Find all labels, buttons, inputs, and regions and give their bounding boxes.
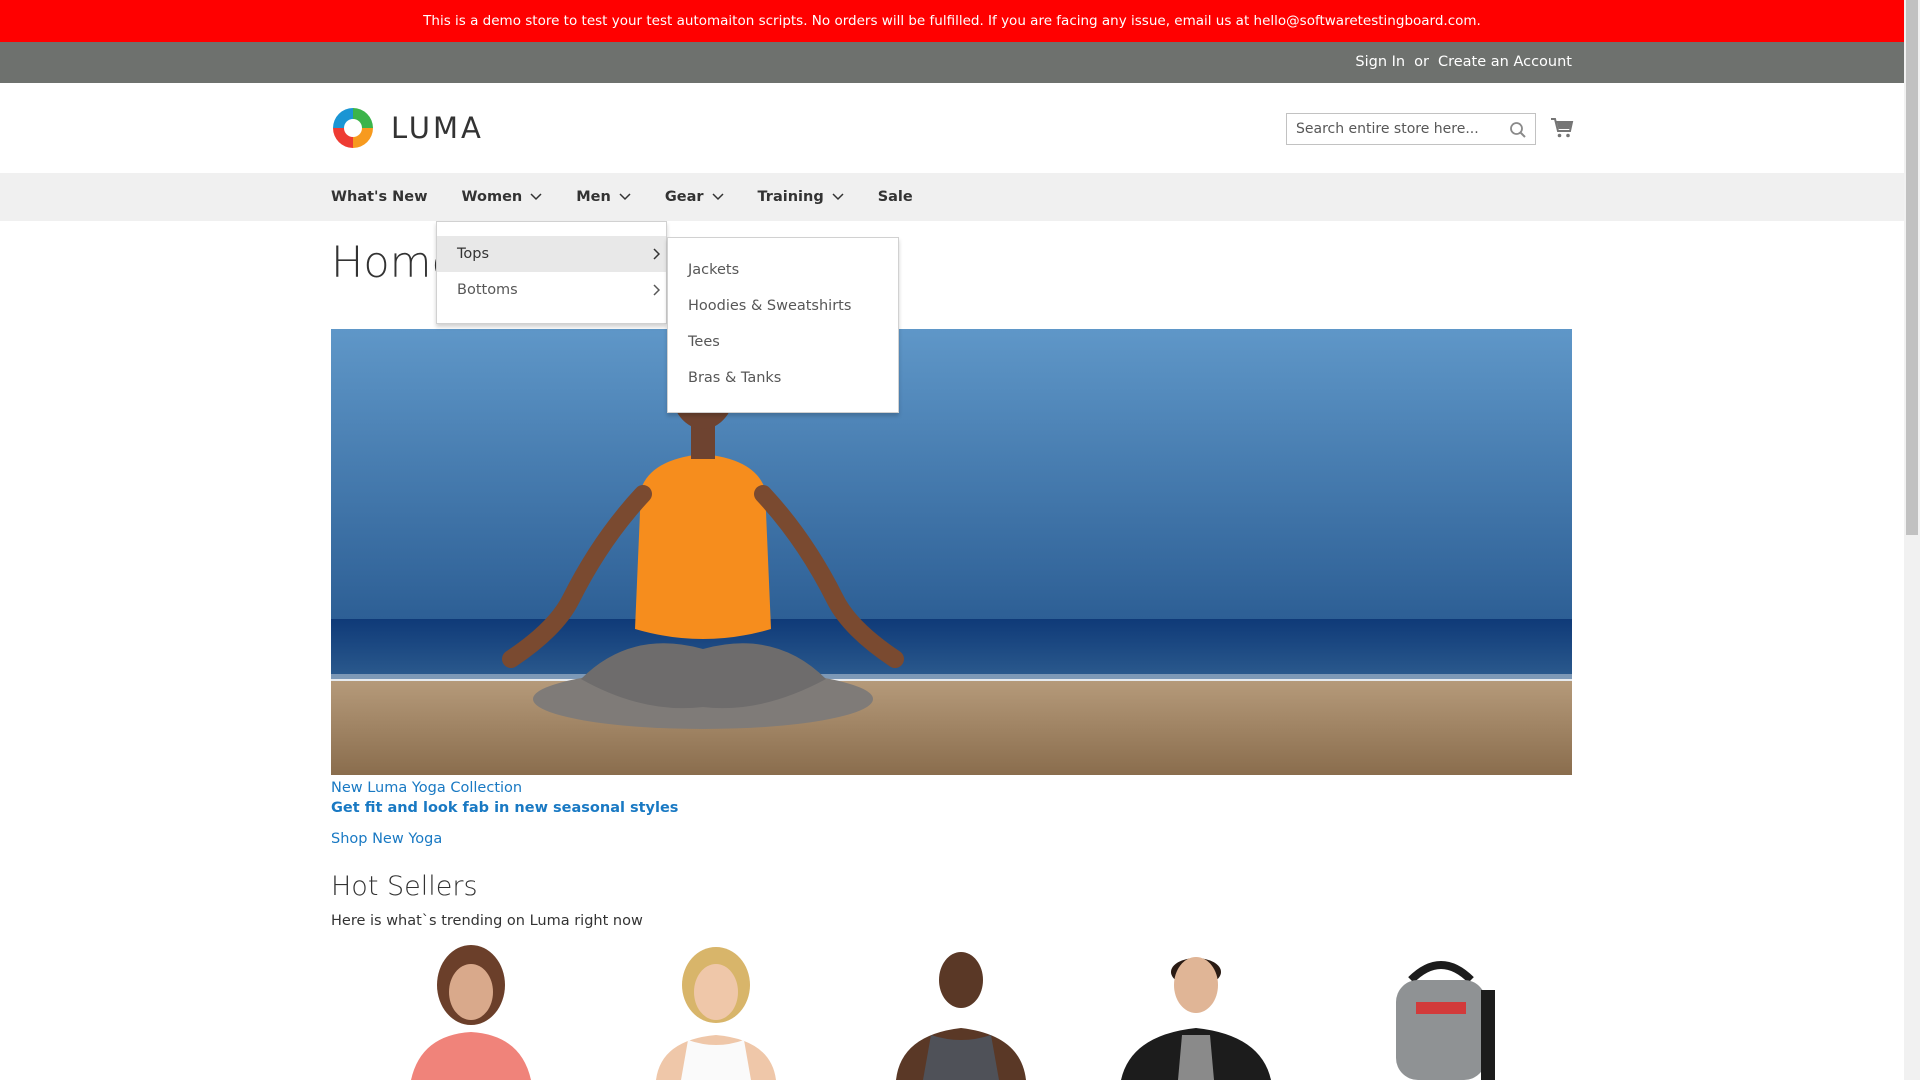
demo-notice-banner: This is a demo store to test your test a… bbox=[0, 0, 1904, 42]
chevron-right-icon bbox=[653, 248, 660, 260]
top-panel: Sign In or Create an Account bbox=[0, 42, 1904, 83]
nav-item-men[interactable]: Men bbox=[576, 189, 631, 205]
cart-icon[interactable] bbox=[1550, 116, 1574, 140]
nav-item-label: Training bbox=[757, 189, 824, 205]
header-links: Sign In or Create an Account bbox=[1355, 42, 1572, 83]
create-account-link[interactable]: Create an Account bbox=[1438, 54, 1572, 70]
nav-item-sale[interactable]: Sale bbox=[878, 189, 913, 205]
product-image[interactable] bbox=[616, 940, 816, 1080]
logo-text: LUMA bbox=[391, 111, 484, 145]
chevron-right-icon bbox=[653, 284, 660, 296]
nav-item-label: Sale bbox=[877, 189, 913, 205]
main-navigation: What's New Women Men Gear Training Sale bbox=[0, 173, 1904, 221]
product-photo-woman-tank bbox=[656, 947, 776, 1080]
search-icon[interactable] bbox=[1509, 121, 1527, 139]
search-input[interactable] bbox=[1287, 114, 1515, 144]
menu-item-tops[interactable]: Tops bbox=[437, 236, 666, 272]
page: This is a demo store to test your test a… bbox=[0, 0, 1904, 1080]
hero-caption[interactable]: New Luma Yoga Collection bbox=[331, 780, 522, 796]
nav-item-gear[interactable]: Gear bbox=[665, 189, 724, 205]
scrollbar-thumb[interactable] bbox=[1906, 0, 1918, 535]
hero-banner[interactable] bbox=[331, 329, 1572, 775]
menu-item-label: Bottoms bbox=[457, 282, 518, 298]
hero-yoga-image bbox=[331, 329, 1572, 775]
sign-in-link[interactable]: Sign In bbox=[1355, 54, 1405, 70]
shop-new-yoga-link[interactable]: Shop New Yoga bbox=[331, 831, 442, 847]
submenu-item-hoodies-sweatshirts[interactable]: Hoodies & Sweatshirts bbox=[688, 298, 851, 314]
luma-logo-icon bbox=[333, 108, 373, 148]
header: LUMA bbox=[0, 83, 1904, 173]
tops-submenu: Jackets Hoodies & Sweatshirts Tees Bras … bbox=[667, 237, 899, 413]
product-grid bbox=[331, 940, 1572, 1080]
search-box bbox=[1286, 113, 1536, 145]
chevron-down-icon bbox=[530, 193, 542, 201]
hot-sellers-title: Hot Sellers bbox=[331, 871, 478, 902]
product-photo-man-tank bbox=[896, 952, 1026, 1080]
submenu-item-tees[interactable]: Tees bbox=[688, 334, 720, 350]
product-photo-woman-tee bbox=[411, 945, 531, 1080]
hot-sellers-subtitle: Here is what`s trending on Luma right no… bbox=[331, 913, 643, 929]
vertical-scrollbar[interactable] bbox=[1904, 0, 1920, 1080]
product-image[interactable] bbox=[371, 940, 571, 1080]
chevron-down-icon bbox=[832, 193, 844, 201]
nav-item-label: Men bbox=[576, 189, 611, 205]
demo-notice-text: This is a demo store to test your test a… bbox=[423, 13, 1481, 29]
product-photo-man-jacket bbox=[1121, 957, 1271, 1080]
menu-item-label: Tops bbox=[457, 246, 490, 262]
chevron-down-icon bbox=[711, 193, 724, 201]
nav-item-women[interactable]: Women bbox=[462, 189, 543, 205]
product-image[interactable] bbox=[861, 940, 1061, 1080]
nav-item-label: Gear bbox=[664, 189, 704, 205]
menu-item-bottoms[interactable]: Bottoms bbox=[437, 272, 666, 308]
women-dropdown-menu: Tops Bottoms bbox=[436, 221, 667, 324]
chevron-down-icon bbox=[619, 193, 631, 201]
nav-item-label: Women bbox=[461, 189, 523, 205]
hero-tagline[interactable]: Get fit and look fab in new seasonal sty… bbox=[331, 800, 678, 816]
nav-menu: What's New Women Men Gear Training Sale bbox=[331, 173, 947, 221]
product-photo-backpack bbox=[1396, 961, 1495, 1080]
nav-item-whats-new[interactable]: What's New bbox=[331, 189, 428, 205]
logo-link[interactable]: LUMA bbox=[331, 105, 484, 151]
or-separator: or bbox=[1414, 54, 1429, 70]
nav-item-label: What's New bbox=[331, 189, 428, 205]
nav-item-training[interactable]: Training bbox=[758, 189, 844, 205]
product-image[interactable] bbox=[1341, 940, 1541, 1080]
submenu-item-bras-tanks[interactable]: Bras & Tanks bbox=[688, 370, 781, 386]
submenu-item-jackets[interactable]: Jackets bbox=[688, 262, 739, 278]
product-image[interactable] bbox=[1096, 940, 1296, 1080]
